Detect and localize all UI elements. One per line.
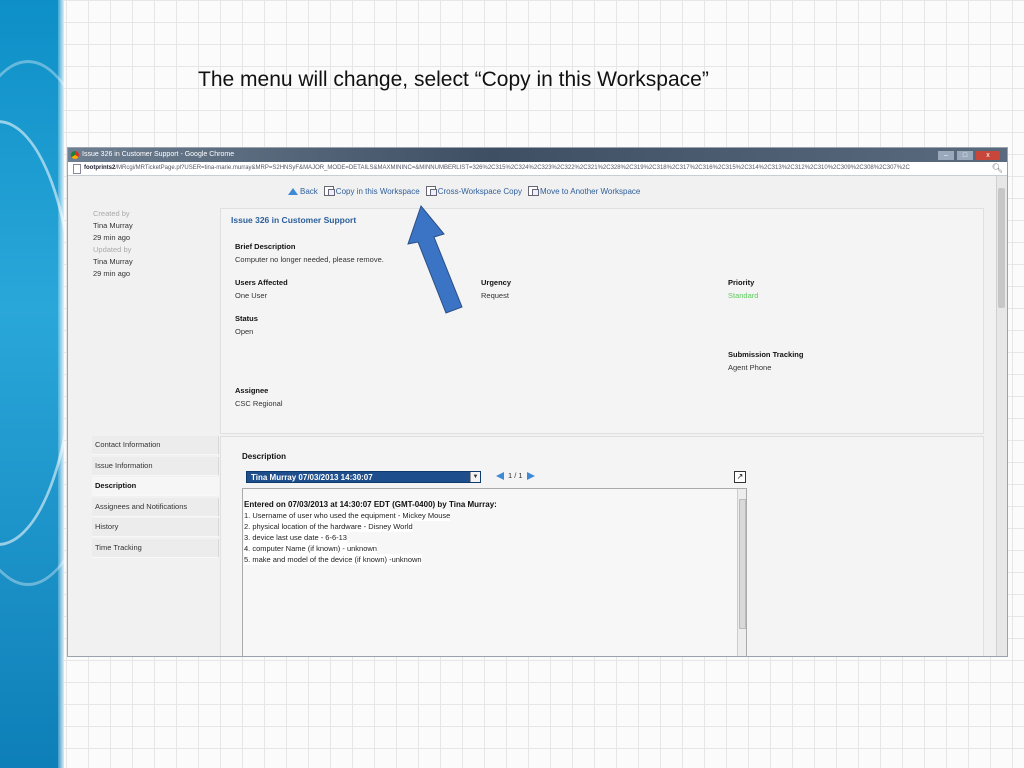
cross-workspace-copy-button[interactable]: Cross-Workspace Copy [425,186,523,196]
move-workspace-button[interactable]: Move to Another Workspace [528,186,640,196]
close-button[interactable]: x [975,150,1001,161]
priority-field: Priority Standard [728,276,758,302]
description-line: 4. computer Name (if known) - unknown [244,543,377,554]
description-line: 5. make and model of the device (if know… [244,554,422,565]
text-area-scrollbar[interactable] [737,489,746,656]
url-host: footprints2 [84,165,116,171]
tab-assignees-notifications[interactable]: Assignees and Notifications [92,497,219,517]
submission-tracking-label: Submission Tracking [728,350,804,359]
copy-in-workspace-label: Copy in this Workspace [335,186,420,196]
tab-issue-information[interactable]: Issue Information [92,456,219,476]
chevron-down-icon: ▼ [470,472,480,482]
issue-meta: Created by Tina Murray 29 min ago Update… [93,208,133,280]
copy-icon [323,186,335,196]
browser-window: Issue 326 in Customer Support - Google C… [67,147,1008,657]
description-panel: Description Tina Murray 07/03/2013 14:30… [220,436,984,656]
slide-caption: The menu will change, select “Copy in th… [198,68,709,91]
brief-description-field: Brief Description Computer no longer nee… [235,240,384,266]
minimize-button[interactable]: – [937,150,955,161]
submission-tracking-value: Agent Phone [728,363,772,372]
section-tabs: Contact Information Issue Information De… [92,436,219,559]
address-bar[interactable]: footprints2/MRcgi/MRTicketPage.pl?USER=t… [68,162,1007,176]
tab-description[interactable]: Description [92,477,219,496]
status-value: Open [235,327,254,336]
brief-description-label: Brief Description [235,242,296,251]
created-by-label: Created by [93,209,130,218]
selected-entry: Tina Murray 07/03/2013 14:30:07 [251,473,373,482]
description-content: Entered on 07/03/2013 at 14:30:07 EDT (G… [244,499,497,565]
chrome-logo-icon [71,151,79,159]
users-affected-value: One User [235,291,268,300]
expand-icon[interactable]: ↗ [734,471,746,483]
tab-contact-information[interactable]: Contact Information [92,436,219,455]
page-scrollbar[interactable] [996,176,1007,656]
priority-value: Standard [728,291,759,300]
swoosh-decoration [0,60,64,586]
issue-details-panel: Issue 326 in Customer Support Brief Desc… [220,208,984,434]
assignee-field: Assignee CSC Regional [235,384,283,410]
move-icon [528,186,540,196]
back-label: Back [300,186,318,196]
tab-time-tracking[interactable]: Time Tracking [92,538,219,558]
slide-side-decoration [0,0,64,768]
created-time: 29 min ago [93,233,131,242]
urgency-field: Urgency Request [481,276,511,302]
zoom-icon[interactable]: 🔍︎ [992,162,1003,175]
description-line: 3. device last use date - 6-6-13 [244,532,347,543]
description-line: 2. physical location of the hardware - D… [244,521,413,532]
window-title: Issue 326 in Customer Support - Google C… [82,151,235,158]
assignee-value: CSC Regional [235,399,283,408]
page-icon [73,164,81,174]
status-label: Status [235,314,258,323]
copy-icon [425,186,437,196]
scrollbar-thumb[interactable] [739,499,746,629]
created-by-name: Tina Murray [93,221,133,230]
previous-arrow-icon[interactable] [496,471,504,480]
back-button[interactable]: Back [288,187,318,196]
copy-in-workspace-button[interactable]: Copy in this Workspace [323,186,420,196]
description-line: 1. Username of user who used the equipme… [244,510,451,521]
cross-workspace-copy-label: Cross-Workspace Copy [437,186,523,196]
window-controls: – □ x [937,150,1001,161]
description-entry-select[interactable]: Tina Murray 07/03/2013 14:30:07 ▼ [246,471,481,483]
priority-label: Priority [728,278,755,287]
entry-pager: 1 / 1 [496,471,535,480]
entry-header: Entered on 07/03/2013 at 14:30:07 EDT (G… [244,500,497,509]
users-affected-field: Users Affected One User [235,276,288,302]
window-titlebar: Issue 326 in Customer Support - Google C… [68,148,1007,162]
urgency-label: Urgency [481,278,512,287]
issue-toolbar: Back Copy in this Workspace Cross-Worksp… [288,186,640,196]
updated-by-name: Tina Murray [93,257,133,266]
scrollbar-thumb[interactable] [998,188,1005,308]
users-affected-label: Users Affected [235,278,288,287]
issue-title: Issue 326 in Customer Support [231,215,357,225]
assignee-label: Assignee [235,386,269,395]
maximize-button[interactable]: □ [956,150,974,161]
urgency-value: Request [481,291,509,300]
back-icon [288,187,298,195]
pager-text: 1 / 1 [508,471,523,480]
updated-by-label: Updated by [93,245,132,254]
status-field: Status Open [235,312,258,338]
description-label: Description [242,452,287,461]
next-arrow-icon[interactable] [526,471,535,480]
move-workspace-label: Move to Another Workspace [540,186,641,196]
brief-description-value: Computer no longer needed, please remove… [235,255,384,264]
updated-time: 29 min ago [93,269,131,278]
submission-tracking-field: Submission Tracking Agent Phone [728,348,803,374]
url-path: /MRcgi/MRTicketPage.pl?USER=tina-marie.m… [115,165,910,171]
tab-history[interactable]: History [92,518,219,537]
description-text-area[interactable]: Entered on 07/03/2013 at 14:30:07 EDT (G… [242,488,747,656]
slide-edge-highlight [58,0,64,768]
